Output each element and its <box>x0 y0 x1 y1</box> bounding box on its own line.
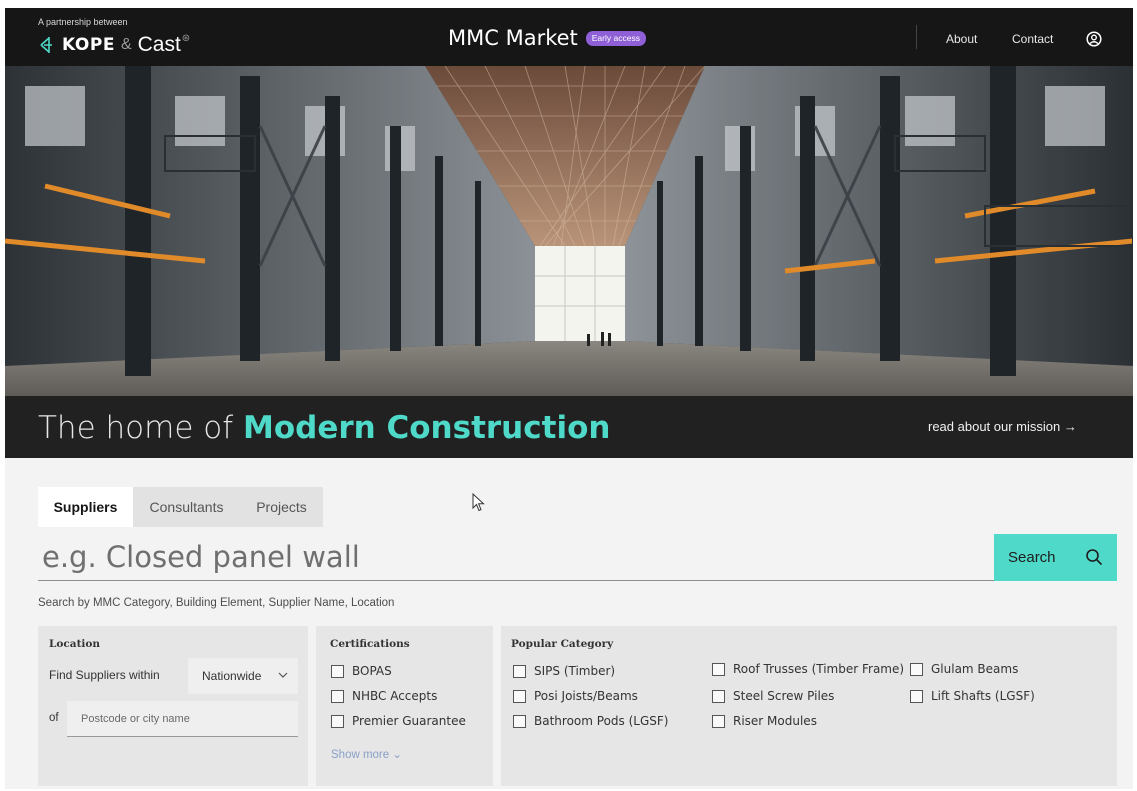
checkbox-label: Bathroom Pods (LGSF) <box>534 714 669 728</box>
checkbox-nhbc-accepts[interactable]: NHBC Accepts <box>331 689 437 703</box>
checkbox-label: BOPAS <box>352 664 392 678</box>
top-header: A partnership between KOPE & Cast ⊛ MMC … <box>5 8 1133 66</box>
checkbox-box[interactable] <box>712 689 725 703</box>
search-tabs: Suppliers Consultants Projects <box>38 487 323 527</box>
checkbox-premier-guarantee[interactable]: Premier Guarantee <box>331 714 466 728</box>
checkbox-label: Premier Guarantee <box>352 714 466 728</box>
checkbox-label: SIPS (Timber) <box>534 664 616 678</box>
checkbox-box[interactable] <box>331 664 344 678</box>
checkbox-box[interactable] <box>513 689 526 703</box>
checkbox-box[interactable] <box>910 689 923 703</box>
show-more-link[interactable]: Show more ⌄ <box>331 747 402 761</box>
popular-category-title: Popular Category <box>511 638 614 650</box>
hero-title: The home of Modern Construction <box>38 410 610 446</box>
checkbox-riser-modules[interactable]: Riser Modules <box>712 714 817 728</box>
checkbox-label: NHBC Accepts <box>352 689 438 703</box>
checkbox-label: Roof Trusses (Timber Frame) <box>733 662 905 676</box>
certifications-title: Certifications <box>330 638 410 650</box>
mouse-pointer-icon <box>472 493 485 512</box>
checkbox-roof-trusses[interactable]: Roof Trusses (Timber Frame) <box>712 662 904 676</box>
hero-banner: The home of Modern Construction read abo… <box>5 396 1133 458</box>
site-name: MMC Market <box>448 26 578 50</box>
checkbox-steel-screw-piles[interactable]: Steel Screw Piles <box>712 689 834 703</box>
chevron-down-icon: ⌄ <box>392 749 403 761</box>
radius-select-value: Nationwide <box>202 669 262 683</box>
show-more-label: Show more <box>331 749 390 761</box>
tab-suppliers[interactable]: Suppliers <box>38 487 133 527</box>
nav-about-link[interactable]: About <box>946 32 977 46</box>
search-hint: Search by MMC Category, Building Element… <box>38 597 395 609</box>
hero-title-highlight: Modern Construction <box>243 410 611 446</box>
partnership-text: A partnership between <box>38 17 128 27</box>
kope-logo-icon <box>40 37 52 53</box>
checkbox-lift-shafts[interactable]: Lift Shafts (LGSF) <box>910 689 1035 703</box>
checkbox-bopas[interactable]: BOPAS <box>331 664 392 678</box>
checkbox-label: Lift Shafts (LGSF) <box>931 689 1035 703</box>
hero-image <box>5 66 1133 396</box>
search-button-label: Search <box>1008 549 1056 566</box>
certifications-panel: Certifications BOPAS NHBC Accepts Premie… <box>316 626 493 786</box>
user-circle-icon[interactable] <box>1086 31 1102 47</box>
checkbox-label: Riser Modules <box>733 714 817 728</box>
checkbox-box[interactable] <box>331 714 344 728</box>
postcode-input[interactable] <box>67 701 298 737</box>
kope-logo: KOPE <box>62 35 115 55</box>
factory-hall-image <box>5 66 1133 396</box>
location-title: Location <box>49 638 101 650</box>
logo-ampersand: & <box>120 36 132 53</box>
nav-contact-link[interactable]: Contact <box>1012 32 1053 46</box>
checkbox-box[interactable] <box>331 689 344 703</box>
checkbox-box[interactable] <box>513 714 526 728</box>
search-input[interactable] <box>38 534 994 581</box>
page-frame: A partnership between KOPE & Cast ⊛ MMC … <box>5 8 1133 789</box>
location-panel: Location Find Suppliers within Nationwid… <box>38 626 308 786</box>
chevron-down-icon <box>278 672 288 678</box>
checkbox-posi-joists[interactable]: Posi Joists/Beams <box>513 689 638 703</box>
nav-divider <box>916 25 917 49</box>
checkbox-label: Glulam Beams <box>931 662 1019 676</box>
radius-select[interactable]: Nationwide <box>188 658 298 694</box>
checkbox-bathroom-pods[interactable]: Bathroom Pods (LGSF) <box>513 714 668 728</box>
mission-link[interactable]: read about our mission → <box>928 419 1077 434</box>
checkbox-sips-timber[interactable]: SIPS (Timber) <box>513 664 615 678</box>
find-suppliers-label: Find Suppliers within <box>49 668 160 682</box>
checkbox-box[interactable] <box>910 662 923 676</box>
checkbox-label: Posi Joists/Beams <box>534 689 638 703</box>
search-icon <box>1086 549 1103 566</box>
checkbox-glulam-beams[interactable]: Glulam Beams <box>910 662 1018 676</box>
site-title[interactable]: MMC Market Early access <box>448 26 646 50</box>
hero-title-plain: The home of <box>38 410 234 446</box>
tab-projects[interactable]: Projects <box>240 487 323 527</box>
of-label: of <box>49 712 59 724</box>
cast-logo: Cast <box>137 33 181 56</box>
search-bar: Search <box>38 534 1117 581</box>
popular-category-panel: Popular Category SIPS (Timber) Posi Jois… <box>501 626 1117 786</box>
checkbox-box[interactable] <box>712 714 725 728</box>
arrow-right-icon: → <box>1063 419 1077 434</box>
tab-consultants[interactable]: Consultants <box>133 487 240 527</box>
checkbox-box[interactable] <box>712 662 725 676</box>
checkbox-box[interactable] <box>513 664 526 678</box>
cast-mark-icon: ⊛ <box>181 32 191 44</box>
search-button[interactable]: Search <box>994 534 1117 581</box>
checkbox-label: Steel Screw Piles <box>733 689 835 703</box>
partner-logos[interactable]: KOPE & Cast ⊛ <box>38 33 190 57</box>
early-access-badge: Early access <box>585 30 646 46</box>
mission-link-label: read about our mission <box>928 419 1061 434</box>
